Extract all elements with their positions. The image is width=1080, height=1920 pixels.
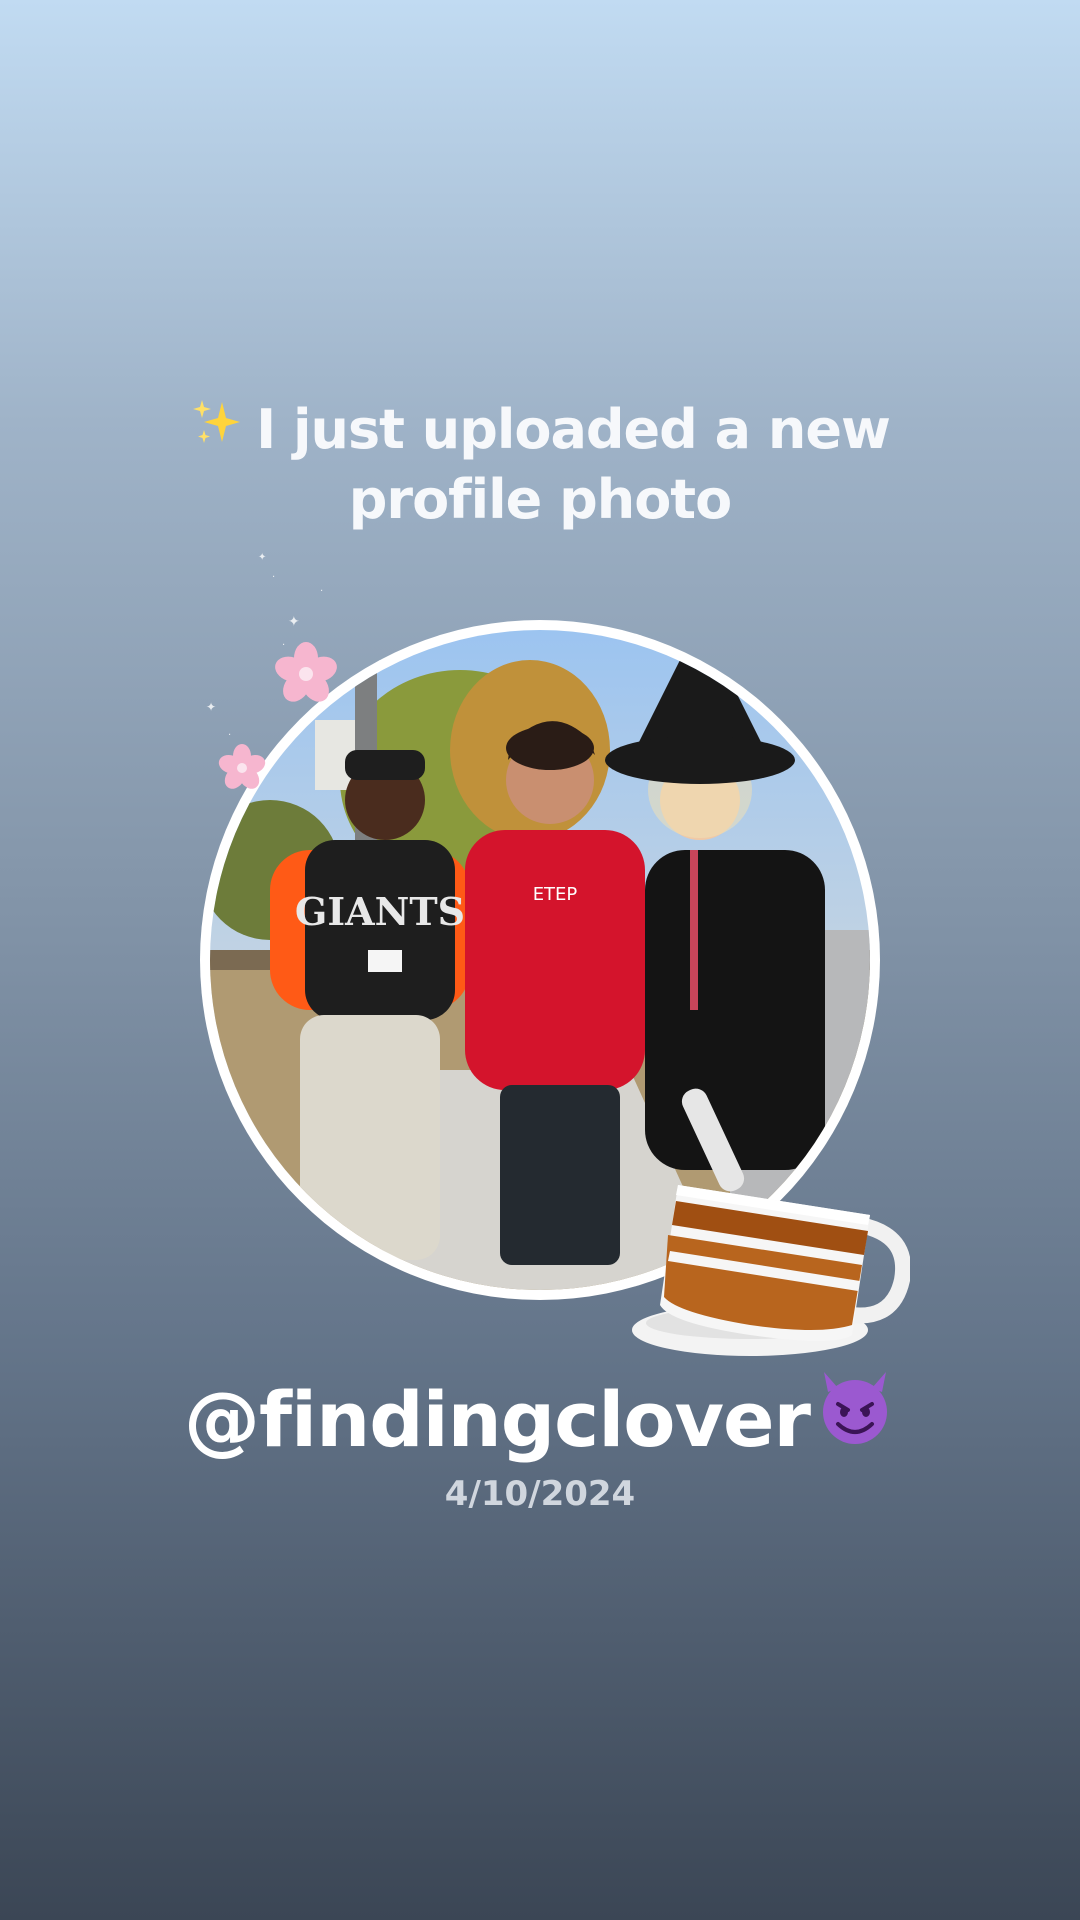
- sparkles-icon: [190, 395, 242, 465]
- username-line: @findingclover: [40, 1370, 1040, 1472]
- sparkle-dust: ✦: [206, 700, 217, 714]
- username[interactable]: @findingclover: [184, 1375, 811, 1464]
- coffee-cup-icon: [630, 1085, 912, 1375]
- sparkle-dust: ✦: [288, 614, 300, 630]
- hoodie-text: ETEP: [533, 884, 578, 905]
- headline-text-block: I just uploaded a new profile photo: [140, 395, 940, 535]
- smiling-devil-icon: [814, 1366, 896, 1472]
- cherry-blossom-icon: [216, 742, 268, 798]
- sparkle-dust: ✦: [258, 552, 267, 563]
- jersey-text: GIANTS: [295, 889, 465, 934]
- headline-caption: I just uploaded a new profile photo: [256, 398, 891, 531]
- cherry-blossom-icon: [272, 640, 340, 712]
- sparkle-dust: ·: [272, 572, 276, 583]
- sparkle-dust: ·: [320, 586, 324, 597]
- sparkle-dust: ·: [228, 730, 232, 741]
- post-date: 4/10/2024: [444, 1474, 636, 1514]
